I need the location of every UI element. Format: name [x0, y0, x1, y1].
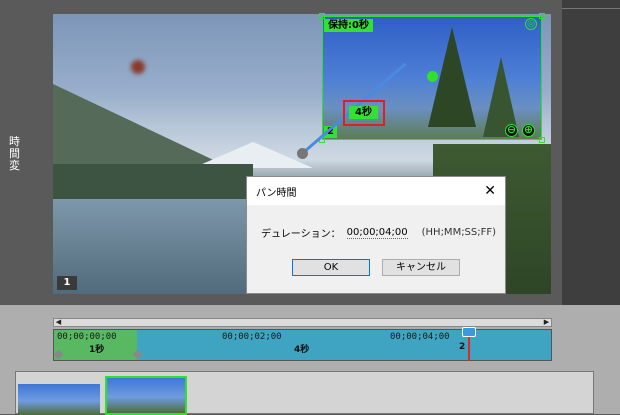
keyframe-label-2: 4秒 [294, 345, 310, 355]
cancel-button[interactable]: キャンセル [382, 259, 460, 276]
duration-field[interactable]: 00;00;04;00 [346, 227, 408, 239]
duration-row: デュレーション： 00;00;04;00 (HH;MM;SS;FF) [261, 225, 497, 241]
resize-handle-top-left[interactable] [319, 13, 325, 19]
blur-artifact [131, 60, 145, 74]
frame-number: 1 [57, 276, 77, 290]
zoom-in-icon[interactable]: ⊕ [522, 124, 535, 137]
pan-end-point[interactable] [427, 71, 438, 82]
timecode-2: 00;00;04;00 [390, 332, 450, 342]
left-panel-text: 時間 変 [0, 136, 20, 172]
duration-label: デュレーション： [261, 229, 341, 240]
left-label-1: 時間 [9, 135, 20, 160]
resize-handle-bottom-right[interactable] [539, 137, 545, 143]
scroll-right-icon[interactable]: ▶ [542, 319, 551, 326]
left-label-2: 変 [9, 159, 20, 172]
playhead[interactable] [462, 327, 476, 361]
timeline-panel: ◀ ▶ 00;00;00;00 00;00;02;00 00;00;04;00 … [0, 305, 620, 415]
center-target-icon[interactable]: ◎ [525, 18, 537, 30]
keyframe-label-1: 1秒 [89, 345, 105, 355]
resize-handle-top-right[interactable] [539, 13, 545, 19]
dialog-title: パン時間 [256, 187, 297, 199]
dialog-title-bar: パン時間 ✕ [247, 177, 505, 205]
keyframe-label-3: 2 [459, 342, 466, 352]
pan-time-label: 4秒 [349, 106, 378, 119]
timecode-1: 00;00;02;00 [222, 332, 282, 342]
timeline-scrollbar[interactable]: ◀ ▶ [53, 318, 552, 327]
forest-left [53, 164, 253, 204]
thumbnail[interactable] [18, 384, 100, 415]
playhead-handle[interactable] [462, 327, 476, 337]
scroll-left-icon[interactable]: ◀ [54, 319, 63, 326]
thumbnail-selected[interactable] [105, 376, 187, 415]
zoom-out-icon[interactable]: ⊖ [505, 124, 518, 137]
duration-format: (HH;MM;SS;FF) [421, 227, 497, 238]
pan-time-marker[interactable]: 4秒 [343, 100, 385, 126]
pan-start-point[interactable] [297, 148, 308, 159]
thumbnail-strip [15, 371, 594, 415]
divider [562, 8, 620, 9]
ok-button[interactable]: OK [292, 259, 370, 276]
timecode-0: 00;00;00;00 [57, 332, 117, 342]
pan-time-dialog: パン時間 ✕ デュレーション： 00;00;04;00 (HH;MM;SS;FF… [246, 176, 506, 294]
timeline-ruler[interactable]: 00;00;00;00 00;00;02;00 00;00;04;00 1秒 4… [53, 327, 552, 361]
hold-duration-label[interactable]: 保持:0秒 [324, 19, 373, 32]
close-icon[interactable]: ✕ [484, 183, 496, 199]
right-panel [562, 0, 620, 305]
